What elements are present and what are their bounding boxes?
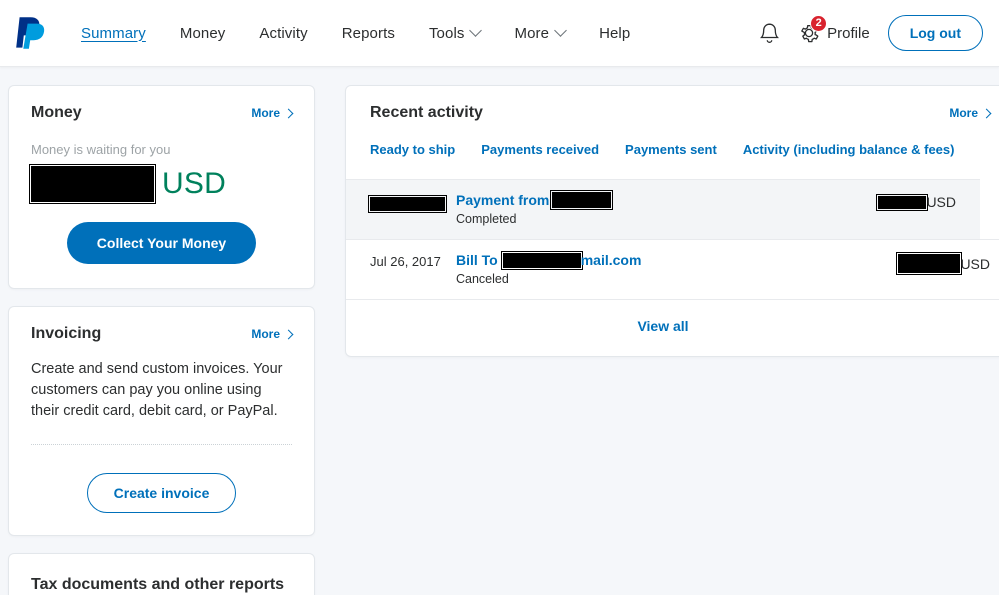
table-row[interactable]: Payment from Completed USD — [346, 179, 980, 239]
primary-nav: Summary Money Activity Reports Tools Mor… — [64, 19, 647, 48]
nav-item-summary[interactable]: Summary — [64, 19, 163, 48]
nav-item-activity[interactable]: Activity — [242, 19, 324, 48]
money-balance-row: USD — [29, 164, 292, 204]
activity-title-link[interactable]: Payment from — [456, 190, 878, 210]
activity-amount: USD — [896, 252, 990, 275]
header-actions: 2 Profile Log out — [749, 13, 983, 53]
create-invoice-button[interactable]: Create invoice — [86, 473, 237, 514]
nav-label-reports: Reports — [341, 24, 395, 42]
activity-title-prefix: Payment from — [456, 192, 550, 208]
tax-documents-card: Tax documents and other reports — [8, 553, 315, 595]
nav-item-more[interactable]: More — [497, 19, 582, 48]
tab-payments-received[interactable]: Payments received — [481, 142, 599, 157]
nav-label-help: Help — [599, 24, 631, 42]
chevron-down-icon — [469, 23, 483, 37]
recent-activity-more-label: More — [949, 106, 978, 120]
recent-activity-card: Recent activity More Ready to ship Payme… — [345, 85, 999, 357]
tax-documents-title: Tax documents and other reports — [31, 576, 285, 594]
tab-activity-balance-fees[interactable]: Activity (including balance & fees) — [743, 142, 955, 157]
activity-details: Payment from Completed — [456, 190, 878, 226]
money-subtitle: Money is waiting for you — [31, 142, 171, 157]
notifications-button[interactable] — [749, 13, 789, 53]
invoicing-divider — [31, 444, 292, 446]
nav-item-tools[interactable]: Tools — [412, 19, 498, 48]
nav-item-reports[interactable]: Reports — [325, 19, 412, 48]
nav-label-activity: Activity — [259, 24, 308, 42]
settings-button[interactable]: 2 — [789, 13, 829, 53]
logout-button[interactable]: Log out — [887, 15, 983, 51]
money-card-header: Money More — [9, 86, 314, 122]
invoicing-more-label: More — [251, 327, 280, 341]
left-column: Money More Money is waiting for you USD … — [8, 85, 315, 595]
activity-counterparty-redacted — [500, 250, 583, 270]
dashboard-body: Money More Money is waiting for you USD … — [0, 67, 999, 595]
money-more-label: More — [251, 106, 280, 120]
activity-details: Bill To mail.com Canceled — [456, 250, 898, 286]
activity-status: Canceled — [456, 272, 509, 286]
nav-label-summary: Summary — [81, 24, 146, 42]
notification-bell-icon — [759, 23, 779, 43]
recent-activity-list: Payment from Completed USD Jul 26, 2017 — [346, 179, 999, 300]
paypal-logo[interactable] — [14, 14, 48, 52]
balance-amount-redacted — [29, 164, 156, 204]
view-all-link[interactable]: View all — [637, 318, 688, 334]
nav-label-tools: Tools — [428, 24, 465, 42]
balance-currency: USD — [162, 167, 226, 200]
activity-amount-redacted — [876, 193, 929, 211]
activity-counterparty-redacted — [550, 190, 614, 210]
activity-amount-currency: USD — [960, 255, 990, 272]
tab-ready-to-ship[interactable]: Ready to ship — [370, 142, 455, 157]
profile-link[interactable]: Profile — [827, 25, 870, 42]
invoicing-description: Create and send custom invoices. Your cu… — [31, 361, 283, 420]
invoicing-card: Invoicing More Create and send custom in… — [8, 306, 315, 537]
chevron-right-icon — [283, 108, 294, 118]
activity-amount-currency: USD — [926, 194, 956, 210]
nav-item-help[interactable]: Help — [582, 19, 647, 48]
nav-label-money: Money — [179, 24, 226, 42]
collect-your-money-button[interactable]: Collect Your Money — [66, 222, 257, 264]
chevron-right-icon — [283, 329, 294, 339]
right-column: Recent activity More Ready to ship Payme… — [345, 85, 999, 357]
recent-activity-title: Recent activity — [370, 104, 483, 121]
money-card-body: Money is waiting for you USD Collect You… — [9, 122, 314, 288]
activity-date-redacted — [368, 195, 447, 214]
invoicing-more-link[interactable]: More — [251, 327, 294, 341]
chevron-right-icon — [981, 108, 992, 118]
settings-badge-count: 2 — [810, 15, 828, 32]
tab-payments-sent[interactable]: Payments sent — [625, 142, 717, 157]
activity-amount-redacted — [896, 252, 963, 275]
activity-title-prefix: Bill To — [456, 252, 498, 268]
activity-date: Jul 26, 2017 — [370, 254, 441, 269]
money-card: Money More Money is waiting for you USD … — [8, 85, 315, 289]
activity-amount: USD — [876, 192, 956, 211]
money-more-link[interactable]: More — [251, 106, 294, 120]
chevron-down-icon — [554, 23, 567, 37]
nav-label-more: More — [514, 24, 550, 42]
invoicing-card-header: Invoicing More — [9, 307, 314, 343]
activity-status: Completed — [456, 212, 517, 226]
recent-activity-filter-tabs: Ready to ship Payments received Payments… — [346, 122, 999, 157]
recent-activity-header: Recent activity More — [346, 86, 999, 122]
activity-title-suffix: mail.com — [580, 252, 642, 268]
activity-date — [368, 192, 456, 214]
recent-activity-more-link[interactable]: More — [949, 106, 992, 120]
table-row[interactable]: Jul 26, 2017 Bill To mail.com Canceled U… — [346, 239, 999, 300]
activity-title-link[interactable]: Bill To mail.com — [456, 250, 898, 270]
money-card-title: Money — [31, 104, 82, 121]
top-header: Summary Money Activity Reports Tools Mor… — [0, 0, 999, 67]
invoicing-card-body: Create and send custom invoices. Your cu… — [9, 343, 314, 455]
nav-item-money[interactable]: Money — [163, 19, 243, 48]
invoicing-card-title: Invoicing — [31, 325, 102, 342]
view-all-container: View all — [346, 300, 980, 356]
